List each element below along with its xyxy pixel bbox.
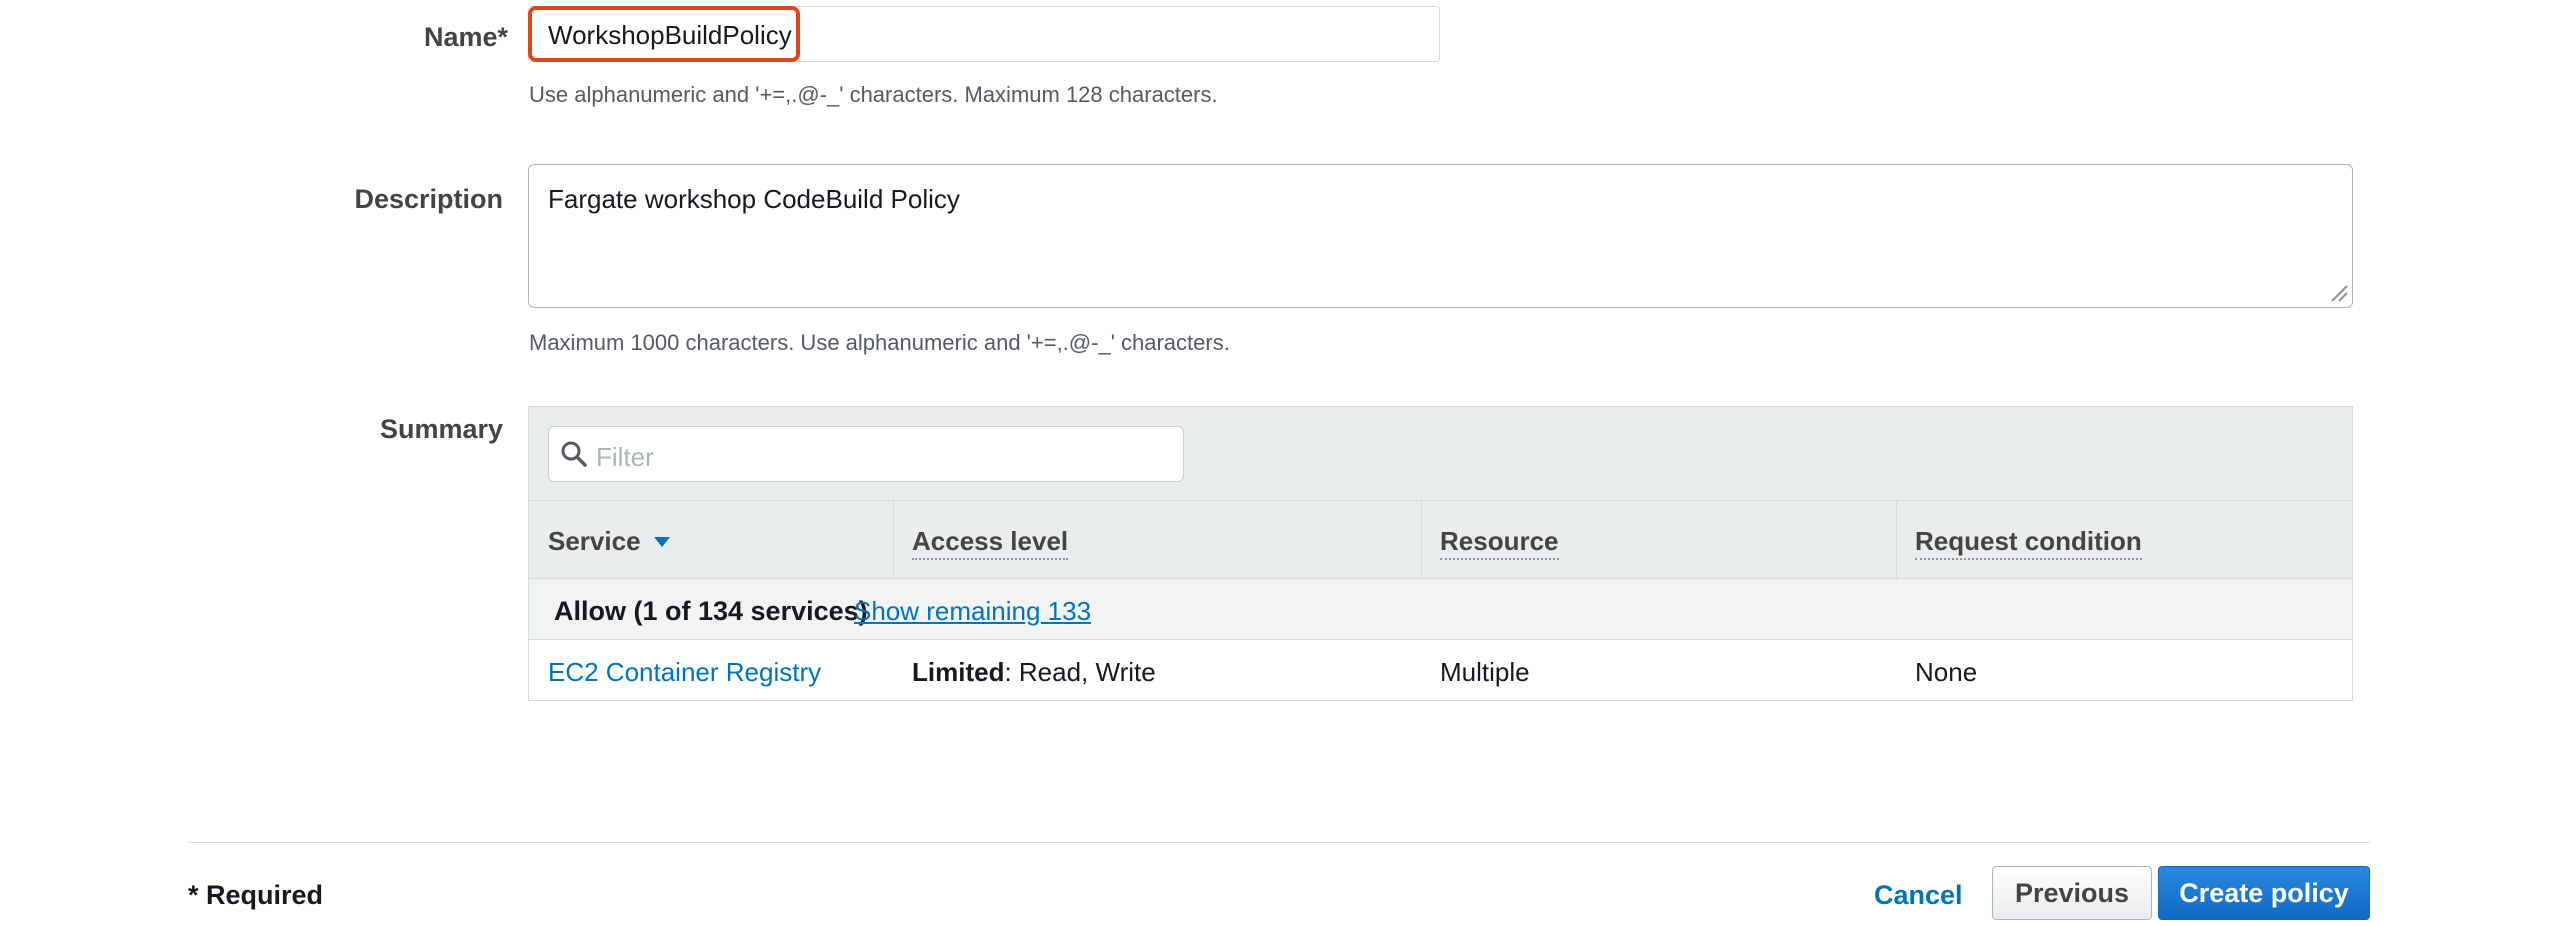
column-header-resource[interactable]: Resource (1440, 526, 1559, 560)
column-divider (1896, 501, 1897, 578)
show-remaining-link[interactable]: Show remaining 133 (854, 596, 1091, 627)
service-link-ec2-container-registry[interactable]: EC2 Container Registry (548, 657, 821, 688)
previous-button[interactable]: Previous (1992, 866, 2152, 920)
description-hint: Maximum 1000 characters. Use alphanumeri… (529, 330, 1230, 355)
resize-handle-icon[interactable] (2328, 282, 2348, 302)
sort-down-icon[interactable] (652, 536, 672, 548)
column-header-service[interactable]: Service (548, 526, 641, 557)
column-divider (1421, 501, 1422, 578)
resource-cell: Multiple (1440, 657, 1530, 687)
name-label: Name* (423, 22, 508, 52)
description-label: Description (354, 184, 503, 214)
create-policy-button[interactable]: Create policy (2158, 866, 2370, 920)
name-input-highlight (528, 6, 800, 62)
row-divider (529, 700, 2353, 701)
access-level-bold: Limited (912, 657, 1005, 687)
name-hint: Use alphanumeric and '+=,.@-_' character… (529, 82, 1218, 107)
description-value[interactable]: Fargate workshop CodeBuild Policy (548, 184, 960, 215)
filter-placeholder: Filter (596, 442, 654, 472)
required-note: * Required (188, 880, 324, 910)
access-level-cell: Limited: Read, Write (912, 657, 1156, 688)
access-level-detail: : Read, Write (1004, 657, 1156, 687)
column-header-request-condition[interactable]: Request condition (1915, 526, 2142, 560)
footer-divider (188, 842, 2370, 843)
condition-cell: None (1915, 657, 1978, 687)
column-header-access-level[interactable]: Access level (912, 526, 1069, 560)
column-divider (893, 501, 894, 578)
allow-group-label: Allow (1 of 134 services) (554, 596, 868, 626)
summary-label: Summary (379, 414, 503, 444)
cancel-button[interactable]: Cancel (1874, 880, 1963, 911)
search-icon (561, 441, 587, 467)
